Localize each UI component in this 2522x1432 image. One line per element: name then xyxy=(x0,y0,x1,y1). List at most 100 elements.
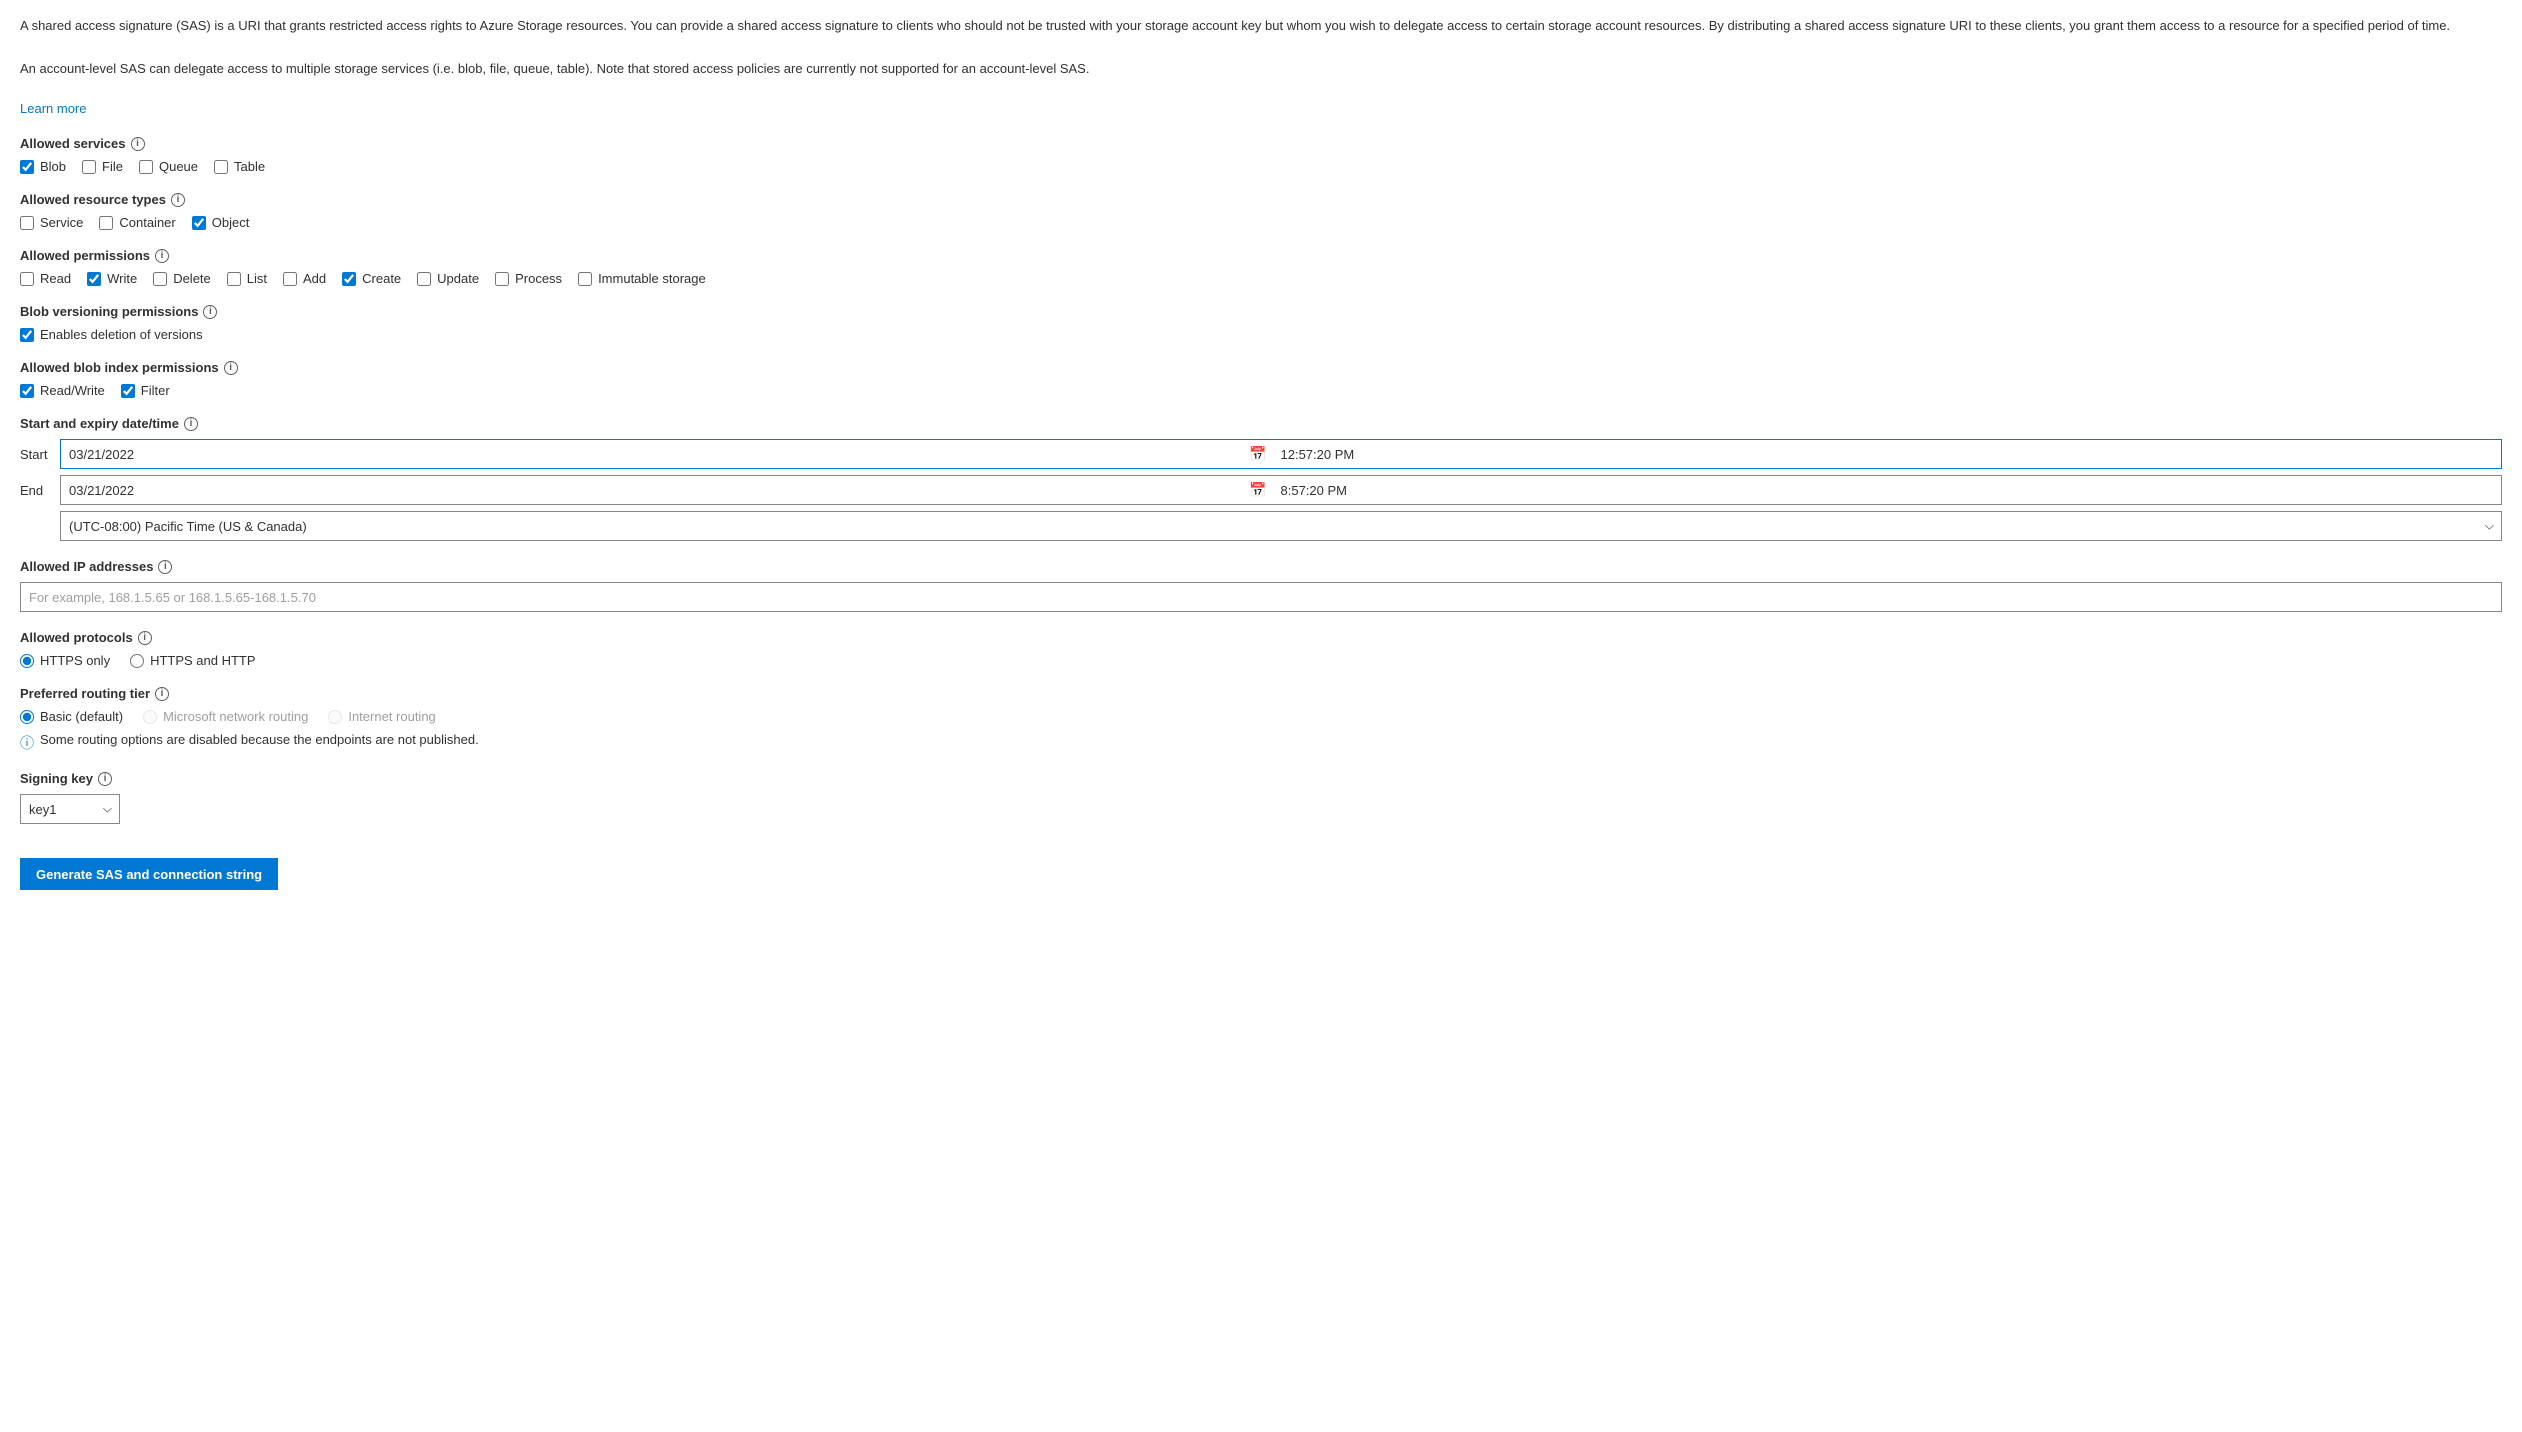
protocol-https-only[interactable]: HTTPS only xyxy=(20,653,110,668)
protocol-https-http-input[interactable] xyxy=(130,654,144,668)
service-table-input[interactable] xyxy=(214,160,228,174)
protocol-https-only-label: HTTPS only xyxy=(40,653,110,668)
perm-read-checkbox[interactable]: Read xyxy=(20,271,71,286)
allowed-permissions-section: Allowed permissions i Read Write Delete … xyxy=(20,248,2502,286)
perm-delete-checkbox[interactable]: Delete xyxy=(153,271,211,286)
service-queue-checkbox[interactable]: Queue xyxy=(139,159,198,174)
allowed-protocols-label: Allowed protocols i xyxy=(20,630,2502,645)
blob-versioning-section: Blob versioning permissions i Enables de… xyxy=(20,304,2502,342)
routing-info-icon: ⓘ xyxy=(20,733,34,753)
timezone-select[interactable]: (UTC-08:00) Pacific Time (US & Canada) xyxy=(60,511,2502,541)
blob-index-group: Read/Write Filter xyxy=(20,383,2502,398)
routing-internet-input[interactable] xyxy=(328,710,342,724)
start-date-input[interactable] xyxy=(60,439,1273,469)
allowed-services-section: Allowed services i Blob File Queue Table xyxy=(20,136,2502,174)
start-date-wrap: 📅 xyxy=(60,439,1273,469)
start-time-input[interactable] xyxy=(1273,439,2503,469)
allowed-protocols-info-icon[interactable]: i xyxy=(138,631,152,645)
perm-write-checkbox[interactable]: Write xyxy=(87,271,137,286)
allowed-protocols-group: HTTPS only HTTPS and HTTP xyxy=(20,653,2502,668)
timezone-wrap: (UTC-08:00) Pacific Time (US & Canada) ⌵ xyxy=(60,511,2502,541)
datetime-info-icon[interactable]: i xyxy=(184,417,198,431)
end-date-input[interactable] xyxy=(60,475,1273,505)
signing-key-label: Signing key i xyxy=(20,771,2502,786)
versioning-enables-deletion-input[interactable] xyxy=(20,328,34,342)
service-file-input[interactable] xyxy=(82,160,96,174)
allowed-ip-section: Allowed IP addresses i xyxy=(20,559,2502,612)
blob-index-info-icon[interactable]: i xyxy=(224,361,238,375)
allowed-services-info-icon[interactable]: i xyxy=(131,137,145,151)
perm-update-checkbox[interactable]: Update xyxy=(417,271,479,286)
allowed-ip-info-icon[interactable]: i xyxy=(158,560,172,574)
routing-basic-input[interactable] xyxy=(20,710,34,724)
signing-key-select-wrap: key1 key2 ⌵ xyxy=(20,794,120,824)
perm-add-input[interactable] xyxy=(283,272,297,286)
perm-create-input[interactable] xyxy=(342,272,356,286)
index-filter-input[interactable] xyxy=(121,384,135,398)
allowed-services-group: Blob File Queue Table xyxy=(20,159,2502,174)
protocol-https-only-input[interactable] xyxy=(20,654,34,668)
versioning-enables-deletion-label: Enables deletion of versions xyxy=(40,327,203,342)
resource-object-checkbox[interactable]: Object xyxy=(192,215,250,230)
end-label: End xyxy=(20,483,60,498)
signing-key-info-icon[interactable]: i xyxy=(98,772,112,786)
perm-process-checkbox[interactable]: Process xyxy=(495,271,562,286)
service-file-checkbox[interactable]: File xyxy=(82,159,123,174)
allowed-ip-input[interactable] xyxy=(20,582,2502,612)
versioning-enables-deletion-checkbox[interactable]: Enables deletion of versions xyxy=(20,327,203,342)
perm-list-input[interactable] xyxy=(227,272,241,286)
routing-info-message: Some routing options are disabled becaus… xyxy=(40,732,479,747)
perm-list-checkbox[interactable]: List xyxy=(227,271,267,286)
end-time-input[interactable] xyxy=(1273,475,2503,505)
service-blob-checkbox[interactable]: Blob xyxy=(20,159,66,174)
protocol-https-http[interactable]: HTTPS and HTTP xyxy=(130,653,255,668)
perm-write-label: Write xyxy=(107,271,137,286)
service-table-checkbox[interactable]: Table xyxy=(214,159,265,174)
learn-more-link[interactable]: Learn more xyxy=(20,101,86,116)
perm-write-input[interactable] xyxy=(87,272,101,286)
perm-process-input[interactable] xyxy=(495,272,509,286)
perm-immutable-checkbox[interactable]: Immutable storage xyxy=(578,271,706,286)
index-readwrite-checkbox[interactable]: Read/Write xyxy=(20,383,105,398)
service-queue-input[interactable] xyxy=(139,160,153,174)
blob-index-label: Allowed blob index permissions i xyxy=(20,360,2502,375)
routing-tier-group: Basic (default) Microsoft network routin… xyxy=(20,709,2502,724)
resource-container-input[interactable] xyxy=(99,216,113,230)
routing-basic-label: Basic (default) xyxy=(40,709,123,724)
perm-create-checkbox[interactable]: Create xyxy=(342,271,401,286)
service-blob-input[interactable] xyxy=(20,160,34,174)
perm-immutable-input[interactable] xyxy=(578,272,592,286)
generate-sas-button[interactable]: Generate SAS and connection string xyxy=(20,858,278,890)
perm-add-checkbox[interactable]: Add xyxy=(283,271,326,286)
perm-add-label: Add xyxy=(303,271,326,286)
resource-service-input[interactable] xyxy=(20,216,34,230)
routing-microsoft-network-input[interactable] xyxy=(143,710,157,724)
end-datetime-row: End 📅 xyxy=(20,475,2502,505)
resource-object-input[interactable] xyxy=(192,216,206,230)
index-readwrite-label: Read/Write xyxy=(40,383,105,398)
allowed-permissions-info-icon[interactable]: i xyxy=(155,249,169,263)
index-readwrite-input[interactable] xyxy=(20,384,34,398)
perm-read-input[interactable] xyxy=(20,272,34,286)
resource-container-label: Container xyxy=(119,215,175,230)
service-table-label: Table xyxy=(234,159,265,174)
perm-delete-input[interactable] xyxy=(153,272,167,286)
resource-container-checkbox[interactable]: Container xyxy=(99,215,175,230)
end-date-wrap: 📅 xyxy=(60,475,1273,505)
perm-update-input[interactable] xyxy=(417,272,431,286)
allowed-ip-label: Allowed IP addresses i xyxy=(20,559,2502,574)
index-filter-checkbox[interactable]: Filter xyxy=(121,383,170,398)
routing-tier-info-icon[interactable]: i xyxy=(155,687,169,701)
allowed-resource-types-info-icon[interactable]: i xyxy=(171,193,185,207)
perm-immutable-label: Immutable storage xyxy=(598,271,706,286)
routing-internet[interactable]: Internet routing xyxy=(328,709,435,724)
perm-create-label: Create xyxy=(362,271,401,286)
allowed-permissions-group: Read Write Delete List Add Create Update xyxy=(20,271,2502,286)
signing-key-select[interactable]: key1 key2 xyxy=(20,794,120,824)
resource-service-checkbox[interactable]: Service xyxy=(20,215,83,230)
signing-key-section: Signing key i key1 key2 ⌵ xyxy=(20,771,2502,824)
blob-versioning-info-icon[interactable]: i xyxy=(203,305,217,319)
routing-basic[interactable]: Basic (default) xyxy=(20,709,123,724)
routing-microsoft-network[interactable]: Microsoft network routing xyxy=(143,709,308,724)
allowed-resource-types-group: Service Container Object xyxy=(20,215,2502,230)
